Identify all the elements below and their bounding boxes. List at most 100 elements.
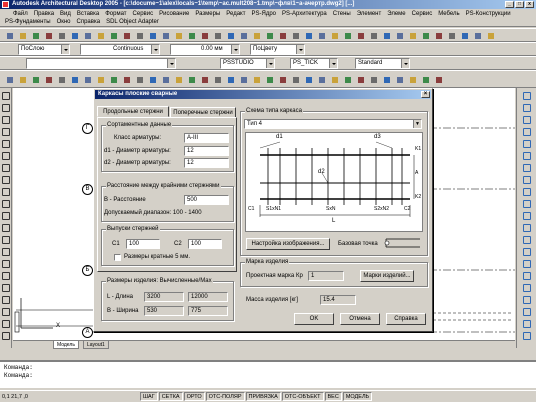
menu-item[interactable]: Формат (102, 11, 129, 17)
side-tool-icon[interactable] (523, 128, 531, 136)
menu-item[interactable]: Вставка (74, 11, 102, 17)
menu-item[interactable]: Сервис (130, 11, 157, 17)
status-toggle-button[interactable]: ОТС-ОБЪЕКТ (281, 392, 324, 401)
toolbar-tool-icon[interactable] (160, 74, 170, 84)
side-tool-icon[interactable] (2, 320, 10, 328)
toolbar-tool-icon[interactable] (186, 74, 196, 84)
menu-item[interactable]: Окно (54, 19, 74, 25)
side-tool-icon[interactable] (523, 140, 531, 148)
toolbar-tool-icon[interactable] (17, 30, 27, 40)
toolbar-tool-icon[interactable] (303, 30, 313, 40)
toolbar-tool-icon[interactable] (264, 30, 274, 40)
status-toggle-button[interactable]: ОРТО (183, 392, 205, 401)
toolbar-tool-icon[interactable] (303, 74, 313, 84)
side-tool-icon[interactable] (2, 152, 10, 160)
menu-item[interactable]: Редакт (223, 11, 248, 17)
toolbar-tool-icon[interactable] (316, 30, 326, 40)
toolbar-tool-icon[interactable] (433, 30, 443, 40)
toolbar-tool-icon[interactable] (342, 74, 352, 84)
tick-combo[interactable]: PS_TICK (290, 58, 338, 69)
toolbar-tool-icon[interactable] (212, 74, 222, 84)
status-toggle-button[interactable]: СЕТКА (158, 392, 183, 401)
toolbar-tool-icon[interactable] (147, 74, 157, 84)
status-toggle-button[interactable]: ШАГ (140, 392, 158, 401)
side-tool-icon[interactable] (523, 284, 531, 292)
toolbar-tool-icon[interactable] (4, 30, 14, 40)
c2-select[interactable]: 100 (188, 239, 222, 249)
toolbar-tool-icon[interactable] (173, 30, 183, 40)
toolbar-tool-icon[interactable] (108, 30, 118, 40)
menu-item[interactable]: PS-Фундаменты (2, 19, 54, 25)
help-button[interactable]: Справка (386, 313, 426, 325)
toolbar-tool-icon[interactable] (121, 30, 131, 40)
toolbar-tool-icon[interactable] (95, 30, 105, 40)
side-tool-icon[interactable] (2, 296, 10, 304)
side-tool-icon[interactable] (2, 164, 10, 172)
menu-item[interactable]: Элемент (354, 11, 384, 17)
ok-button[interactable]: OK (294, 313, 334, 325)
side-tool-icon[interactable] (523, 176, 531, 184)
c1-select[interactable]: 100 (126, 239, 160, 249)
side-tool-icon[interactable] (523, 200, 531, 208)
menu-item[interactable]: Рисование (156, 11, 192, 17)
toolbar-tool-icon[interactable] (95, 74, 105, 84)
toolbar-tool-icon[interactable] (108, 74, 118, 84)
toolbar-tool-icon[interactable] (264, 74, 274, 84)
side-tool-icon[interactable] (523, 260, 531, 268)
side-tool-icon[interactable] (2, 200, 10, 208)
side-tool-icon[interactable] (2, 188, 10, 196)
side-tool-icon[interactable] (523, 224, 531, 232)
menu-item[interactable]: PS-Ядро (248, 11, 279, 17)
minimize-button[interactable]: _ (505, 1, 514, 8)
menu-item[interactable]: Элеме (384, 11, 408, 17)
d1-diameter-select[interactable]: 12 (184, 146, 229, 156)
layer-state-combo[interactable] (26, 58, 176, 69)
close-window-button[interactable]: x (525, 1, 534, 8)
side-tool-icon[interactable] (523, 272, 531, 280)
side-tool-icon[interactable] (2, 236, 10, 244)
side-tool-icon[interactable] (523, 296, 531, 304)
toolbar-tool-icon[interactable] (355, 30, 365, 40)
side-tool-icon[interactable] (2, 272, 10, 280)
dialog-close-button[interactable]: × (421, 91, 430, 98)
side-tool-icon[interactable] (2, 128, 10, 136)
side-tool-icon[interactable] (2, 140, 10, 148)
status-toggle-button[interactable]: ВЕС (324, 392, 342, 401)
toolbar-tool-icon[interactable] (69, 74, 79, 84)
layer-combo[interactable]: ПоСлою (18, 44, 70, 55)
tab-longitudinal-bars[interactable]: Продольные стержни (97, 106, 169, 117)
image-settings-button[interactable]: Настройка изображения... (246, 238, 330, 250)
toolbar-tool-icon[interactable] (30, 30, 40, 40)
menu-item[interactable]: Вид (57, 11, 74, 17)
toolbar-tool-icon[interactable] (316, 74, 326, 84)
side-tool-icon[interactable] (2, 92, 10, 100)
side-tool-icon[interactable] (523, 332, 531, 340)
toolbar-tool-icon[interactable] (433, 74, 443, 84)
toolbar-tool-icon[interactable] (277, 30, 287, 40)
toolbar-tool-icon[interactable] (420, 74, 430, 84)
side-tool-icon[interactable] (2, 116, 10, 124)
toolbar-tool-icon[interactable] (4, 74, 14, 84)
rebar-class-select[interactable]: A-III (184, 133, 229, 143)
side-tool-icon[interactable] (2, 248, 10, 256)
toolbar-tool-icon[interactable] (199, 30, 209, 40)
side-tool-icon[interactable] (523, 116, 531, 124)
status-toggle-button[interactable]: ОТС-ПОЛЯР (205, 392, 245, 401)
side-tool-icon[interactable] (523, 248, 531, 256)
menu-item[interactable]: Мебель (435, 11, 462, 17)
dimstyle-combo[interactable]: Standard (355, 58, 410, 69)
side-tool-icon[interactable] (523, 104, 531, 112)
toolbar-tool-icon[interactable] (134, 30, 144, 40)
plotstyle-combo[interactable]: PSSTUDIO (220, 58, 275, 69)
toolbar-tool-icon[interactable] (251, 74, 261, 84)
side-tool-icon[interactable] (2, 212, 10, 220)
menu-item[interactable]: SDL Object Adapter (103, 19, 162, 25)
toolbar-tool-icon[interactable] (485, 30, 495, 40)
command-line[interactable]: Команда: Команда: (0, 360, 536, 388)
side-tool-icon[interactable] (523, 320, 531, 328)
tab-model[interactable]: Модель (53, 341, 79, 349)
toolbar-tool-icon[interactable] (407, 74, 417, 84)
toolbar-tool-icon[interactable] (212, 30, 222, 40)
toolbar-tool-icon[interactable] (30, 74, 40, 84)
menu-item[interactable]: Правка (31, 11, 57, 17)
